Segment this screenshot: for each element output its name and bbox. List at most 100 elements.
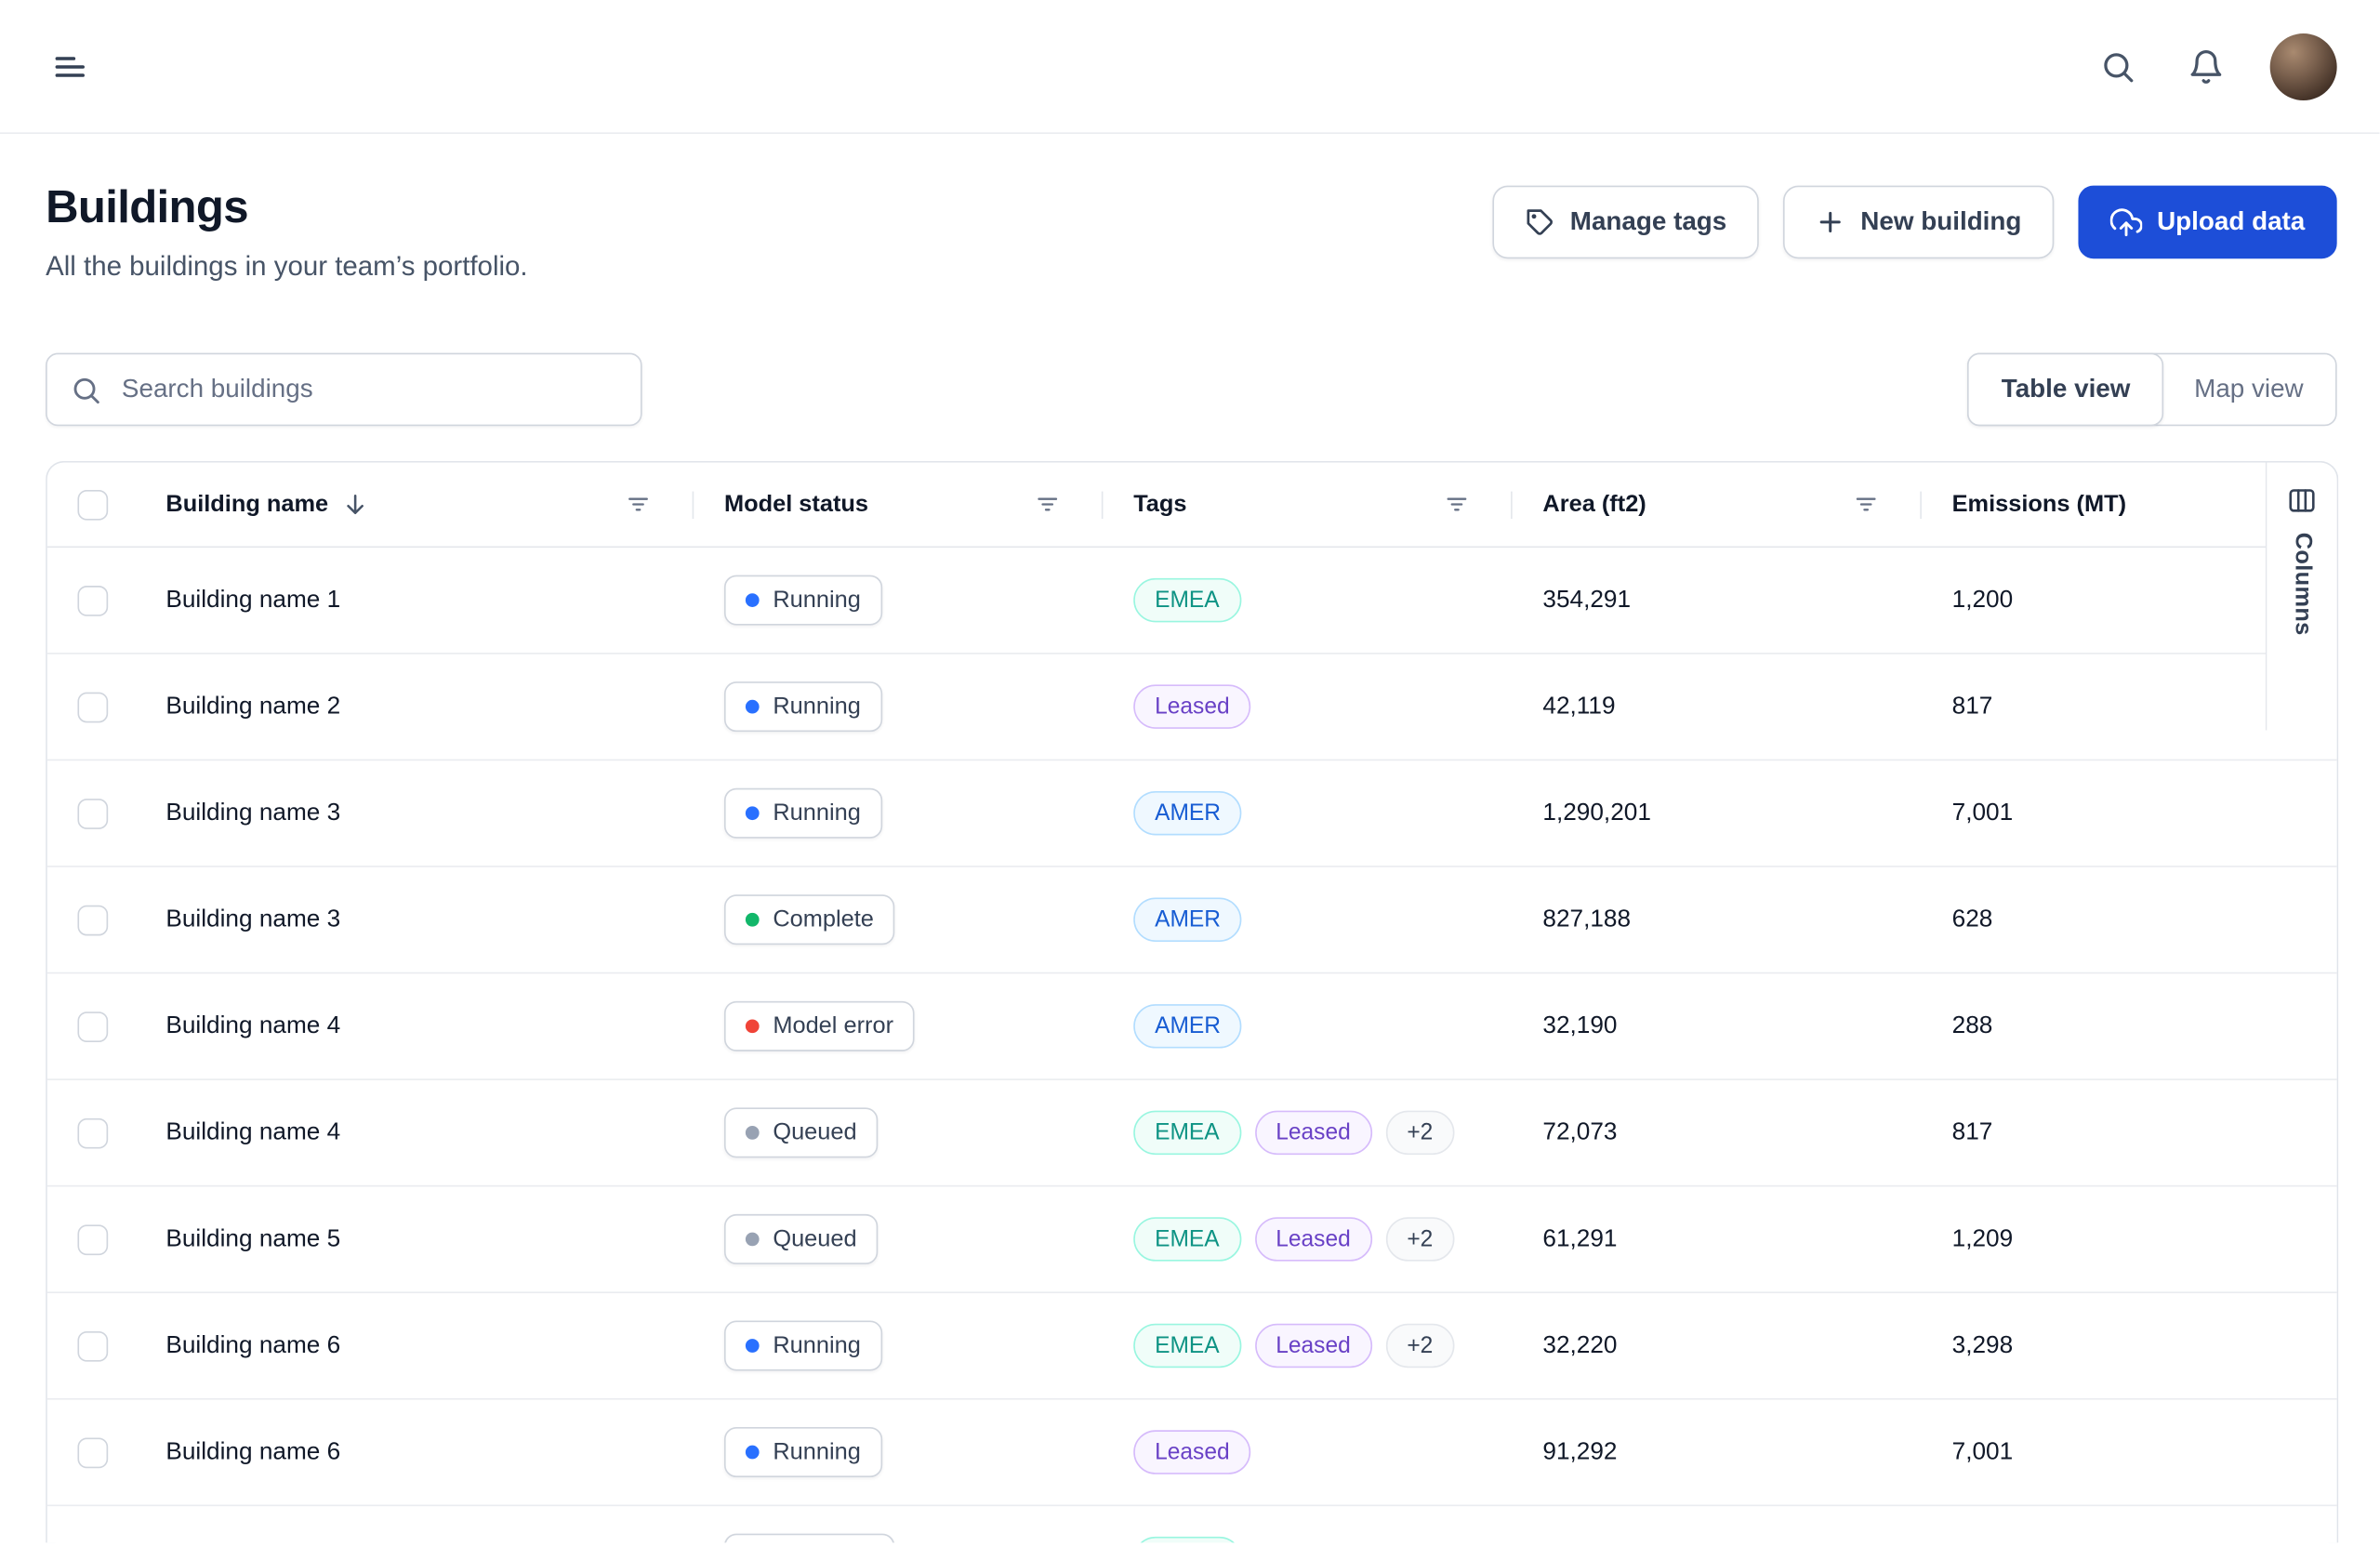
new-building-button[interactable]: New building — [1783, 186, 2054, 259]
row-checkbox[interactable] — [77, 1224, 108, 1255]
table-row[interactable]: Building name 4 Model error AMER 32,190 … — [47, 973, 2337, 1080]
table-row[interactable]: Building name 2 Running Leased 42,119 81… — [47, 654, 2337, 761]
row-checkbox[interactable] — [77, 692, 108, 722]
status-cell: Queued — [694, 1214, 1103, 1264]
tab-table-view[interactable]: Table view — [1968, 353, 2164, 427]
status-pill: Queued — [724, 1214, 879, 1264]
select-all-cell — [47, 462, 166, 546]
row-checkbox-cell — [47, 1506, 166, 1542]
area-cell: 32,190 — [1513, 1012, 1922, 1039]
topbar-actions — [2094, 33, 2337, 99]
table-row[interactable]: Building name 6 Running EMEALeased+2 32,… — [47, 1293, 2337, 1400]
tags-cell: AMER — [1103, 791, 1512, 835]
tags-cell: EMEA — [1103, 578, 1512, 622]
row-checkbox[interactable] — [77, 1011, 108, 1041]
status-dot — [746, 1339, 760, 1353]
status-cell: Model error — [694, 1001, 1103, 1051]
status-dot — [746, 1446, 760, 1460]
status-cell: Running — [694, 1320, 1103, 1370]
table-row[interactable]: Building name 5 Queued EMEALeased+2 61,2… — [47, 1186, 2337, 1293]
buildings-table: Building name — [46, 461, 2338, 1543]
status-pill: Running — [724, 1427, 882, 1477]
search-field[interactable] — [46, 353, 642, 427]
area-cell: 1,290,201 — [1513, 800, 1922, 826]
page-title: Buildings — [46, 182, 528, 234]
tags-cell: AMER — [1103, 1004, 1512, 1048]
tag-pill: EMEA — [1133, 1217, 1240, 1261]
row-checkbox[interactable] — [77, 905, 108, 935]
table-row[interactable]: Building name 1 Running EMEA 354,291 1,2… — [47, 548, 2337, 654]
area-cell: 72,073 — [1513, 1119, 1922, 1146]
notifications-button[interactable] — [2182, 42, 2230, 90]
avatar[interactable] — [2270, 33, 2337, 99]
status-dot — [746, 806, 760, 820]
table-row[interactable]: Building name 4 Queued EMEALeased+2 72,0… — [47, 1080, 2337, 1187]
row-checkbox[interactable] — [77, 1330, 108, 1361]
filter-button-area[interactable] — [1850, 488, 1882, 520]
status-dot — [746, 700, 760, 714]
sort-desc-button[interactable] — [342, 492, 368, 518]
building-name-cell: Building name 4 — [165, 1012, 694, 1039]
status-label: Queued — [773, 1119, 856, 1146]
manage-tags-button[interactable]: Manage tags — [1492, 186, 1758, 259]
column-header-building-name[interactable]: Building name — [165, 462, 694, 546]
status-cell: Complete — [694, 894, 1103, 945]
status-cell: Running — [694, 575, 1103, 626]
tab-map-view[interactable]: Map view — [2162, 354, 2335, 424]
status-pill: Complete — [724, 894, 895, 945]
emissions-cell: 628 — [1922, 906, 2337, 933]
tag-pill: Leased — [1254, 1324, 1371, 1368]
filter-button-tags[interactable] — [1441, 488, 1473, 520]
status-label: Queued — [773, 1225, 856, 1252]
upload-cloud-icon — [2109, 206, 2141, 238]
building-name-cell: Building name 5 — [165, 1225, 694, 1252]
table-row[interactable]: Building name 6 Running Leased 91,292 7,… — [47, 1400, 2337, 1507]
row-checkbox[interactable] — [77, 1117, 108, 1148]
column-header-tags[interactable]: Tags — [1103, 462, 1512, 546]
building-name-cell: Building name 4 — [165, 1119, 694, 1146]
building-name-cell: Building name 3 — [165, 800, 694, 826]
filter-lines-icon — [1035, 492, 1061, 518]
column-label: Area (ft2) — [1542, 491, 1646, 518]
search-input[interactable] — [119, 373, 618, 406]
filter-button-building-name[interactable] — [622, 488, 654, 520]
status-pill: Running — [724, 788, 882, 839]
table-row[interactable]: Building name 7 Complete EMEA 827,188 9,… — [47, 1506, 2337, 1542]
emissions-cell: 288 — [1922, 1012, 2337, 1039]
status-label: Running — [773, 1438, 861, 1465]
emissions-cell: 817 — [1922, 1119, 2337, 1146]
view-toggle: Table view Map view — [1968, 353, 2337, 427]
buildings-page: Buildings All the buildings in your team… — [0, 0, 2379, 1547]
status-cell: Queued — [694, 1107, 1103, 1157]
row-checkbox-cell — [47, 1400, 166, 1505]
filter-lines-icon — [626, 492, 652, 518]
search-icon — [70, 374, 101, 405]
status-pill: Running — [724, 681, 882, 732]
upload-data-button[interactable]: Upload data — [2078, 186, 2337, 259]
search-button[interactable] — [2094, 42, 2142, 90]
table-row[interactable]: Building name 3 Running AMER 1,290,201 7… — [47, 760, 2337, 867]
row-checkbox-cell — [47, 760, 166, 866]
table-row[interactable]: Building name 3 Complete AMER 827,188 62… — [47, 867, 2337, 974]
filter-button-model-status[interactable] — [1032, 488, 1064, 520]
tag-pill: Leased — [1254, 1111, 1371, 1155]
page-header: Buildings All the buildings in your team… — [0, 134, 2379, 283]
menu-button[interactable] — [46, 42, 94, 90]
plus-icon — [1815, 207, 1845, 238]
search-icon — [2099, 48, 2135, 85]
row-checkbox[interactable] — [77, 1437, 108, 1468]
select-all-checkbox[interactable] — [77, 489, 108, 520]
status-dot — [746, 913, 760, 927]
status-dot — [746, 1233, 760, 1247]
column-header-area[interactable]: Area (ft2) — [1513, 462, 1922, 546]
topbar — [0, 0, 2379, 134]
row-checkbox[interactable] — [77, 585, 108, 615]
status-label: Running — [773, 800, 861, 826]
columns-tab[interactable]: Columns — [2266, 462, 2337, 730]
row-checkbox[interactable] — [77, 798, 108, 828]
column-header-model-status[interactable]: Model status — [694, 462, 1103, 546]
column-label: Tags — [1133, 491, 1186, 518]
tags-cell: EMEALeased+2 — [1103, 1324, 1512, 1368]
page-subtitle: All the buildings in your team’s portfol… — [46, 251, 528, 283]
tag-pill: Leased — [1133, 684, 1250, 728]
